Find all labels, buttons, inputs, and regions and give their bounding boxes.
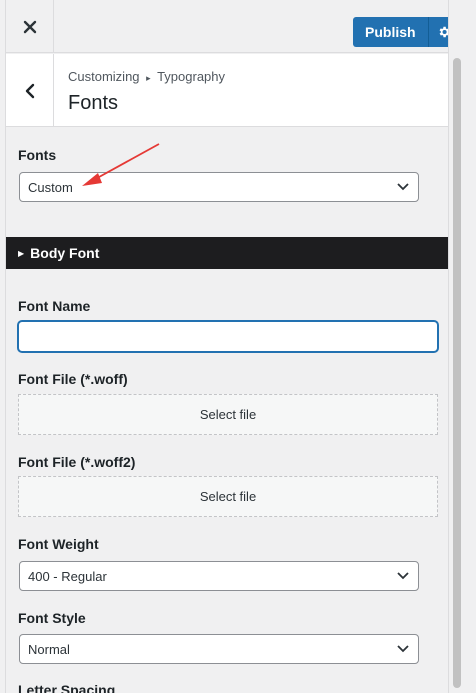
publish-settings-button[interactable] [428,17,448,47]
close-icon [23,20,36,33]
font-weight-label: Font Weight [18,536,99,552]
chevron-down-icon [397,183,409,191]
woff-file-label: Font File (*.woff) [18,371,128,387]
gear-icon [439,26,448,38]
letter-spacing-label: Letter Spacing [18,682,116,693]
body-font-heading: Body Font [30,245,100,261]
fonts-label: Fonts [18,147,57,163]
scrollbar-thumb[interactable] [453,58,461,688]
breadcrumb-section: Typography [157,69,226,84]
body-font-accordion[interactable]: ▶ Body Font [6,237,448,269]
breadcrumb: Customizing ▸ Typography [68,69,225,84]
font-name-label: Font Name [18,298,91,314]
woff2-file-label: Font File (*.woff2) [18,454,136,470]
font-style-select[interactable]: Normal [19,634,419,664]
woff-select-file-button[interactable]: Select file [18,394,438,435]
font-name-input[interactable] [18,321,438,352]
customizer-topbar: Publish [6,0,448,53]
close-button[interactable] [6,0,54,53]
font-weight-select[interactable]: 400 - Regular [19,561,419,591]
breadcrumb-parent: Customizing [68,69,140,84]
chevron-down-icon [397,572,409,580]
publish-button[interactable]: Publish [353,17,429,47]
breadcrumb-separator: ▸ [146,73,151,83]
font-weight-select-value: 400 - Regular [28,568,107,584]
annotation-arrow [82,143,160,186]
woff2-select-file-button[interactable]: Select file [18,476,438,517]
section-header: Customizing ▸ Typography Fonts [6,54,448,127]
fonts-select-value: Custom [28,179,73,195]
publish-group: Publish [353,17,448,47]
font-style-label: Font Style [18,610,86,626]
font-style-select-value: Normal [28,641,70,657]
customizer-panel: Publish Customizing ▸ Typography Fonts F… [5,0,449,693]
chevron-down-icon [397,645,409,653]
back-button[interactable] [6,54,54,127]
triangle-right-icon: ▶ [18,248,25,258]
chevron-left-icon [25,83,34,98]
section-title: Fonts [68,92,119,114]
